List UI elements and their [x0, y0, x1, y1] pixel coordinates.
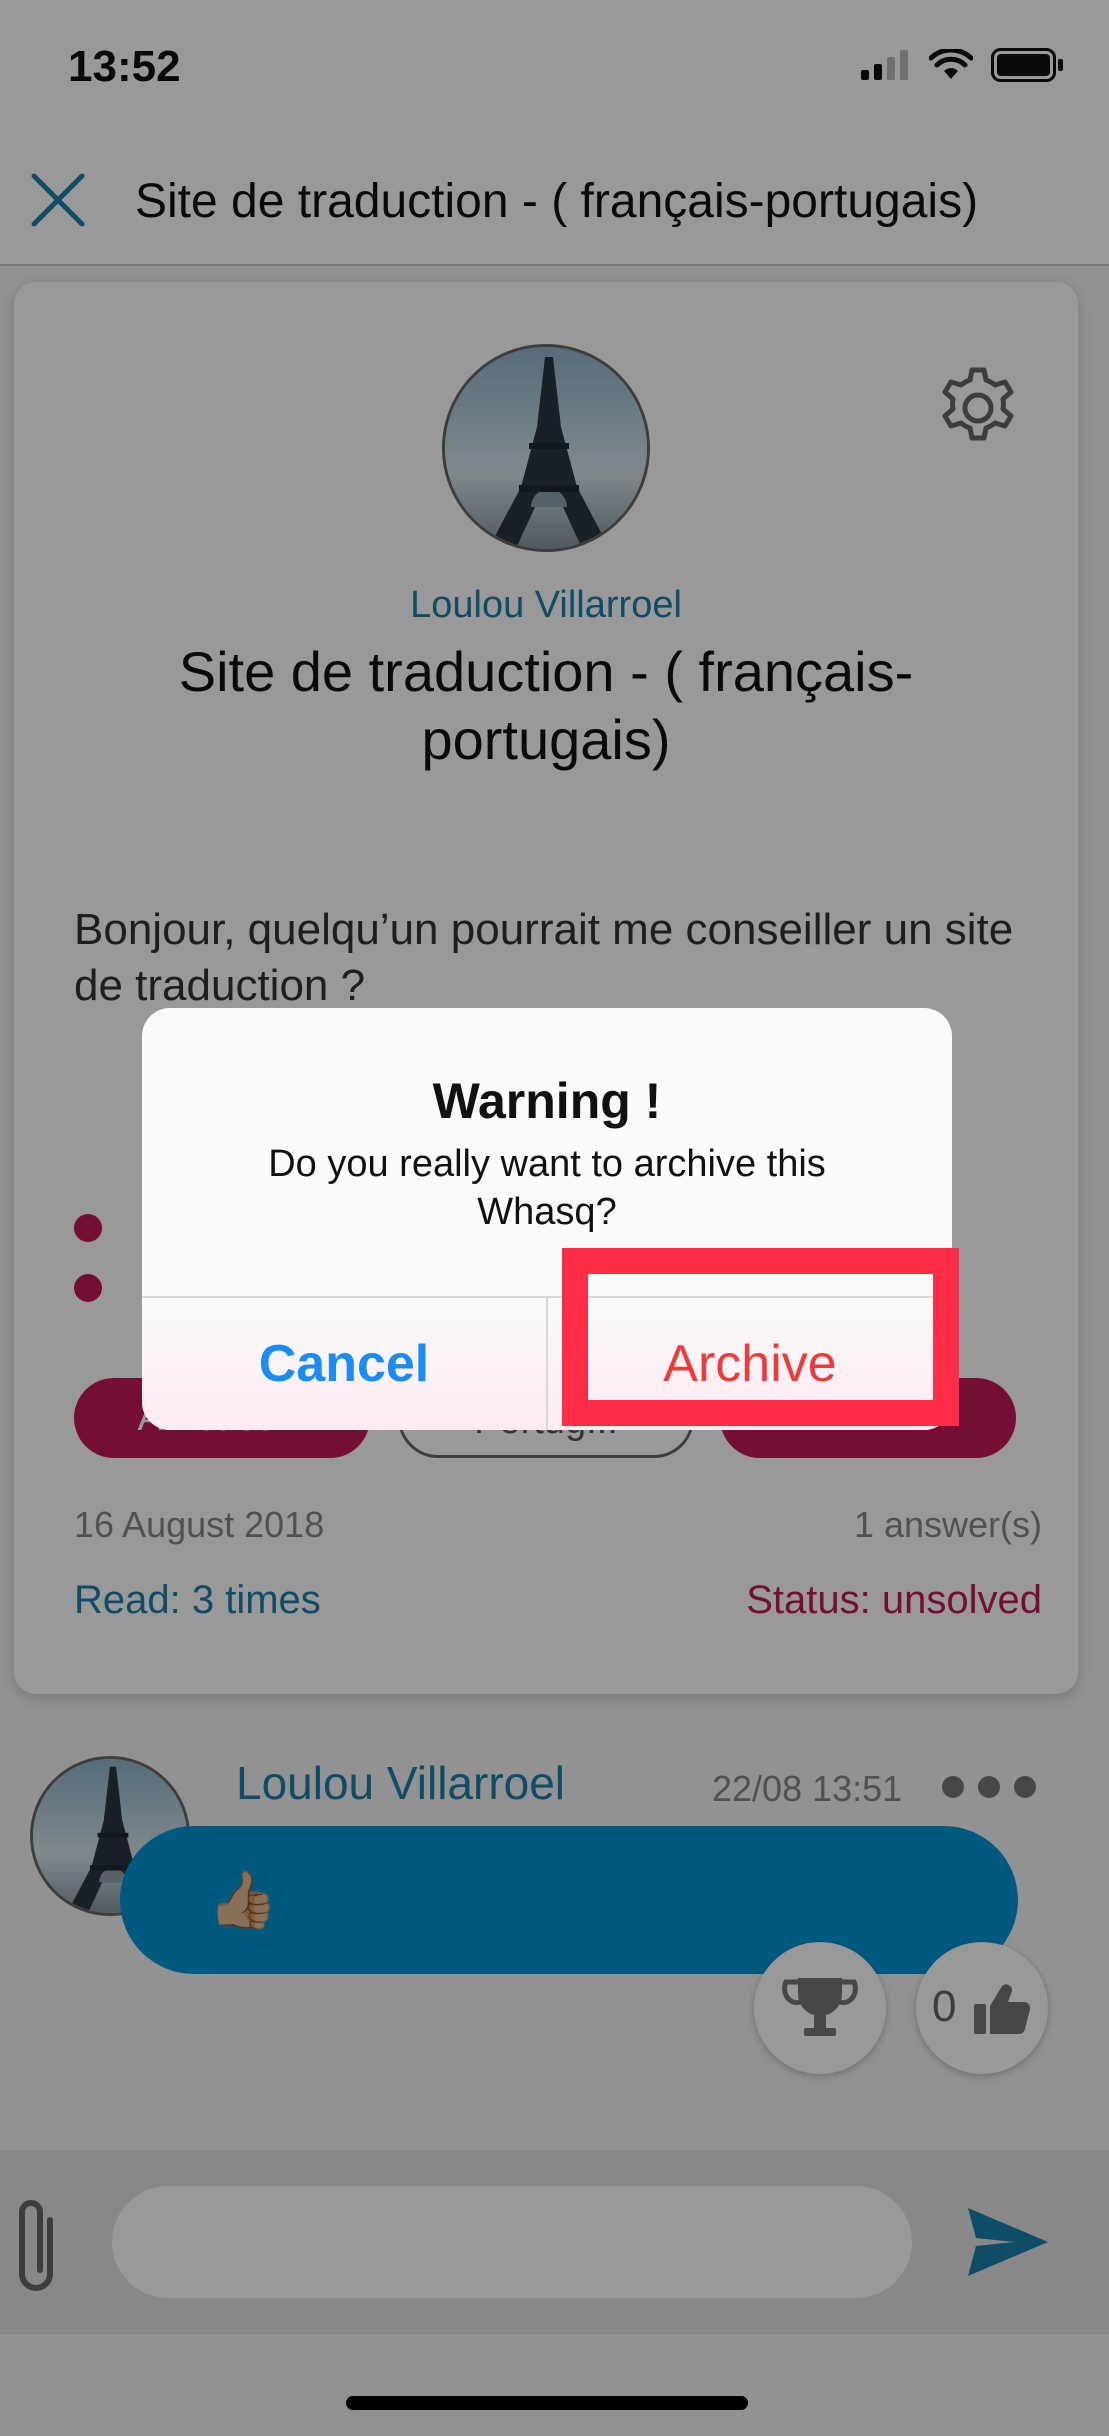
highlight-box [562, 1248, 959, 1426]
dialog-title: Warning ! [432, 1073, 662, 1129]
dialog-message: Do you really want to archive this Whasq… [268, 1143, 826, 1233]
cancel-button[interactable]: Cancel [142, 1298, 546, 1430]
